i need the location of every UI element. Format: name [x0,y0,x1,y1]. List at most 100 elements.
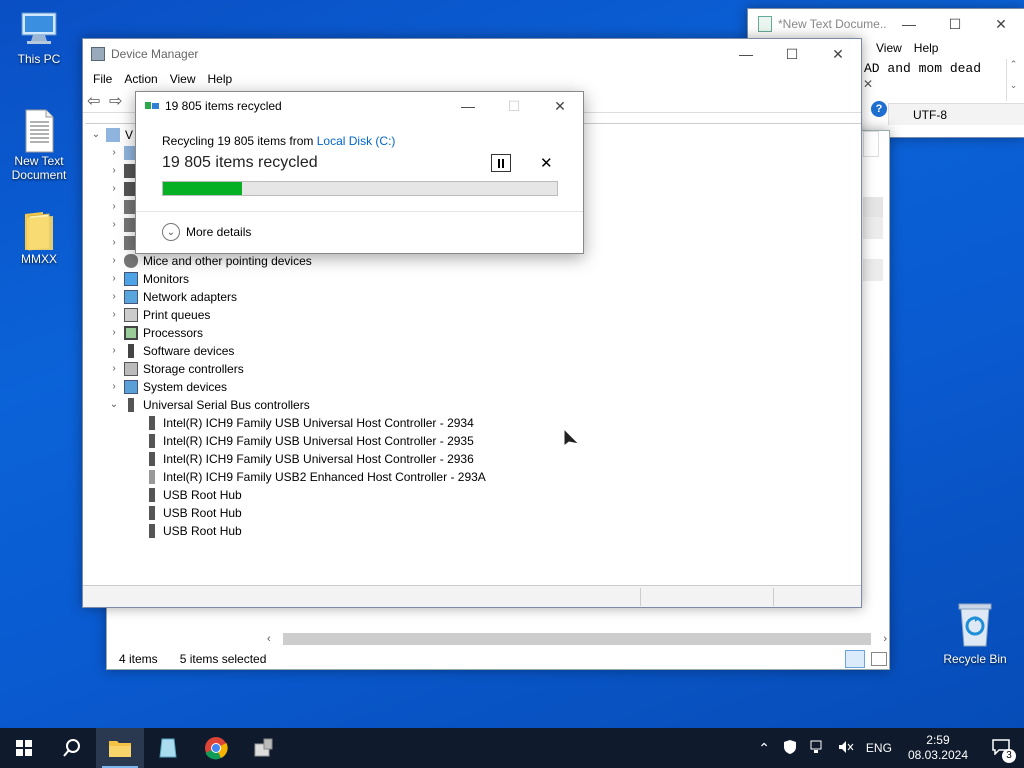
taskbar-file-explorer[interactable] [96,728,144,768]
pause-button[interactable] [491,154,511,172]
search-button[interactable] [48,728,96,768]
scroll-right-icon[interactable]: › [873,633,887,645]
taskbar-notepad[interactable] [144,728,192,768]
explorer-statusbar: 4 items 5 items selected [107,649,889,669]
forward-arrow-icon[interactable]: ⇨ [109,91,131,111]
desktop-icon-this-pc[interactable]: This PC [2,8,76,66]
tree-category-system[interactable]: › System devices [107,378,227,396]
network-icon[interactable] [804,740,832,757]
chevron-right-icon[interactable]: › [107,252,121,270]
chevron-right-icon[interactable]: › [107,378,121,396]
device-manager-statusbar [83,585,861,607]
chevron-right-icon[interactable]: › [107,270,121,288]
menu-view[interactable]: View [164,72,202,86]
maximize-button[interactable]: ☐ [932,9,978,39]
notepad-scrollbar[interactable]: ⌃ ⌄ [1006,59,1020,101]
minimize-button[interactable]: — [445,91,491,121]
usb-icon [149,452,155,466]
back-arrow-icon[interactable]: ⇦ [87,91,109,111]
desktop-icon-recycle-bin[interactable]: Recycle Bin [938,600,1012,666]
scroll-left-icon[interactable]: ‹ [267,633,281,645]
menu-file[interactable]: File [87,72,118,86]
scrollbar-thumb[interactable] [283,633,871,645]
usb-device-item[interactable]: USB Root Hub [145,522,242,540]
desktop-icon-label: New Text Document [11,154,67,182]
notepad-title: *New Text Docume... [778,17,886,31]
chevron-right-icon[interactable]: › [107,324,121,342]
language-indicator[interactable]: ENG [860,741,898,755]
start-button[interactable] [0,728,48,768]
chrome-icon [205,737,228,760]
tree-category-storage[interactable]: › Storage controllers [107,360,244,378]
details-view-icon[interactable] [845,650,865,668]
chevron-right-icon[interactable]: › [107,360,121,378]
menu-action[interactable]: Action [118,72,163,86]
notepad-statusbar: UTF-8 [888,103,1024,125]
tree-category-network[interactable]: › Network adapters [107,288,237,306]
horizontal-scrollbar[interactable]: ‹ › [267,631,887,647]
monitor-icon [19,8,59,48]
notepad-text[interactable]: AD and mom dead [864,61,981,76]
cancel-button[interactable]: ✕ [540,154,553,172]
notification-center-button[interactable]: 3 [978,738,1024,763]
tree-category-monitors[interactable]: › Monitors [107,270,189,288]
computer-icon [106,128,120,142]
chevron-right-icon[interactable]: › [107,288,121,306]
chevron-right-icon[interactable]: › [107,306,121,324]
menu-help[interactable]: Help [908,39,945,57]
tree-category-print[interactable]: › Print queues [107,306,210,324]
window-title: Device Manager [111,47,199,61]
chevron-down-icon[interactable]: ⌄ [107,396,121,414]
tree-category-usb[interactable]: ⌄ Universal Serial Bus controllers [107,396,310,414]
menubar: File Action View Help [83,69,861,89]
minimize-button[interactable]: — [723,39,769,69]
windows-icon [16,740,32,756]
chevron-right-icon[interactable]: › [107,342,121,360]
tree-category-processors[interactable]: › Processors [107,324,203,342]
desktop-icon-label: MMXX [21,252,57,266]
recycling-source-text: Recycling 19 805 items from Local Disk (… [162,134,396,148]
recycle-progress-dialog[interactable]: 19 805 items recycled — ☐ ✕ Recycling 19… [135,91,584,254]
dialog-heading: 19 805 items recycled [162,154,318,171]
volume-muted-icon[interactable] [832,740,860,757]
encoding-label: UTF-8 [913,108,947,122]
minimize-button[interactable]: — [886,9,932,39]
large-icons-view-icon[interactable] [871,652,887,666]
desktop-icon-mmxx-folder[interactable]: MMXX [2,208,76,266]
menu-help[interactable]: Help [202,72,239,86]
maximize-button[interactable]: ☐ [769,39,815,69]
close-button[interactable]: ✕ [815,39,861,69]
usb-device-item[interactable]: Intel(R) ICH9 Family USB2 Enhanced Host … [145,468,486,486]
close-button[interactable]: ✕ [537,91,583,121]
chevron-up-icon[interactable]: ⌃ [752,740,776,757]
recycle-bin-icon [955,600,995,648]
mouse-icon [124,254,138,268]
usb-device-item[interactable]: Intel(R) ICH9 Family USB Universal Host … [145,414,474,432]
shield-icon[interactable] [776,739,804,758]
clock[interactable]: 2:59 08.03.2024 [898,733,978,763]
usb-device-item[interactable]: USB Root Hub [145,486,242,504]
folder-icon [19,208,59,251]
help-icon[interactable]: ? [871,101,887,117]
tree-category-software[interactable]: › Software devices [107,342,234,360]
local-disk-link[interactable]: Local Disk (C:) [317,134,396,148]
taskbar-chrome[interactable] [192,728,240,768]
system-devices-icon [124,380,138,394]
progress-fill [163,182,242,195]
usb-device-item[interactable]: USB Root Hub [145,504,242,522]
more-details-button[interactable]: ⌄ More details [162,223,251,241]
close-button[interactable]: ✕ [978,9,1024,39]
usb-device-item[interactable]: Intel(R) ICH9 Family USB Universal Host … [145,432,474,450]
taskbar-device-manager[interactable] [240,728,288,768]
desktop-icon-label: This PC [17,52,61,66]
usb-device-item[interactable]: Intel(R) ICH9 Family USB Universal Host … [145,450,474,468]
close-pane-icon[interactable]: ✕ [863,77,873,91]
clock-time: 2:59 [926,733,950,747]
dialog-title: 19 805 items recycled [165,99,282,113]
dialog-divider [136,211,583,212]
desktop-icon-new-text-document[interactable]: New Text Document [2,108,76,182]
tree-category-mice[interactable]: › Mice and other pointing devices [107,252,312,270]
chevron-down-icon[interactable]: ⌄ [89,126,103,144]
tree-root[interactable]: ⌄ V [89,126,133,144]
menu-view[interactable]: View [870,39,908,57]
